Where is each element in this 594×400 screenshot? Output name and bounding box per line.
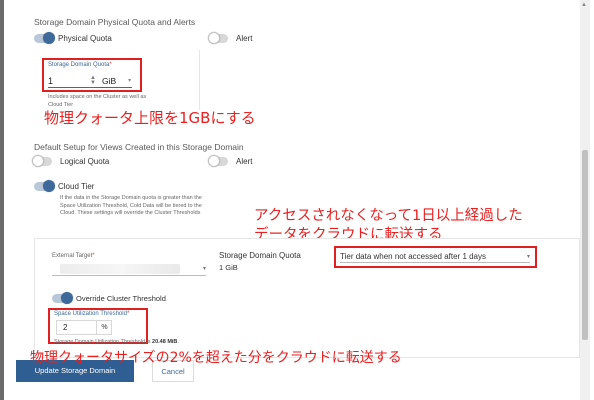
logical-quota-label: Logical Quota	[60, 157, 110, 166]
quota-stepper[interactable]: ▲ ▼	[90, 75, 96, 86]
tier-quota-value: 1 GiB	[219, 263, 238, 272]
cloud-tier-toggle-row: Cloud Tier	[34, 180, 95, 192]
stepper-down-icon[interactable]: ▼	[90, 80, 96, 86]
edit-storage-domain-dialog: Storage Domain Physical Quota and Alerts…	[4, 0, 594, 400]
threshold-field-label: Space Utilization Threshold*	[54, 311, 129, 317]
physical-quota-alert-row: Alert	[208, 32, 253, 44]
physical-quota-label: Physical Quota	[58, 34, 112, 43]
quota-field-label-text: Storage Domain Quota	[48, 62, 110, 68]
logical-quota-toggle[interactable]	[32, 155, 52, 167]
required-mark: *	[126, 311, 130, 317]
tier-after-days-select[interactable]: Tier data when not accessed after 1 days…	[340, 250, 530, 263]
threshold-annotation-text: 物理クォータサイズの2%を超えた分をクラウドに転送する	[30, 350, 402, 366]
toggle-knob	[32, 155, 44, 167]
threshold-value: 2	[63, 323, 68, 332]
toggle-knob	[208, 155, 220, 167]
required-mark: *	[109, 62, 112, 68]
toggle-knob	[43, 32, 55, 44]
quota-field-label: Storage Domain Quota*	[48, 62, 112, 68]
quota-value: 1	[48, 75, 54, 86]
override-threshold-toggle-row: Override Cluster Threshold	[52, 292, 166, 304]
physical-quota-toggle-row: Physical Quota	[34, 32, 112, 44]
physical-quota-alert-label: Alert	[236, 34, 253, 43]
tier-select-value: Tier data when not accessed after 1 days	[340, 251, 487, 261]
threshold-note-value: 20.48 MiB	[152, 339, 178, 345]
logical-quota-alert-toggle[interactable]	[208, 155, 228, 167]
quota-unit[interactable]: GiB	[102, 76, 116, 86]
logical-quota-alert-row: Alert	[208, 155, 253, 167]
physical-quota-toggle[interactable]	[34, 32, 55, 44]
quota-annotation-text: 物理クォータ上限を1GBにする	[44, 109, 256, 127]
external-target-value-blurred	[60, 264, 180, 274]
physical-quota-alert-toggle[interactable]	[208, 32, 228, 44]
cloud-tier-toggle[interactable]	[34, 180, 55, 192]
external-target-label-text: External Target	[52, 253, 93, 259]
tier-annotation-line1: アクセスされなくなって1日以上経過した	[254, 208, 523, 224]
tier-select-dropdown-icon[interactable]: ▾	[527, 253, 530, 260]
external-target-label: External Target*	[52, 253, 95, 259]
logical-quota-toggle-row: Logical Quota	[32, 155, 110, 167]
required-mark: *	[92, 253, 95, 259]
default-setup-section-title: Default Setup for Views Created in this …	[34, 142, 244, 152]
override-threshold-label: Override Cluster Threshold	[76, 294, 166, 303]
unit-dropdown-icon[interactable]: ▾	[128, 77, 131, 84]
cloud-tier-hint: If the data in the Storage Domain quota …	[60, 195, 202, 216]
quota-input[interactable]: 1 ▲ ▼ GiB ▾	[48, 74, 132, 88]
toggle-knob	[208, 32, 220, 44]
override-threshold-toggle[interactable]	[52, 292, 73, 304]
tier-quota-label: Storage Domain Quota	[219, 251, 301, 260]
cloud-tier-label: Cloud Tier	[58, 182, 95, 191]
toggle-knob	[43, 180, 55, 192]
threshold-unit: %	[96, 320, 112, 335]
physical-quota-section-title: Storage Domain Physical Quota and Alerts	[34, 17, 196, 27]
threshold-note-prefix: Storage Domain Utilization Threshold is	[54, 339, 153, 345]
scroll-up-icon[interactable]: ▲	[581, 2, 587, 8]
threshold-note: Storage Domain Utilization Threshold is …	[54, 339, 179, 347]
toggle-knob	[61, 292, 73, 304]
scrollbar-thumb[interactable]	[582, 150, 588, 340]
threshold-label-text: Space Utilization Threshold	[54, 311, 127, 317]
threshold-note-suffix: .	[177, 339, 179, 345]
logical-quota-alert-label: Alert	[236, 157, 253, 166]
external-target-dropdown-icon[interactable]: ▾	[203, 265, 206, 272]
external-target-select[interactable]: ▾	[52, 262, 206, 276]
